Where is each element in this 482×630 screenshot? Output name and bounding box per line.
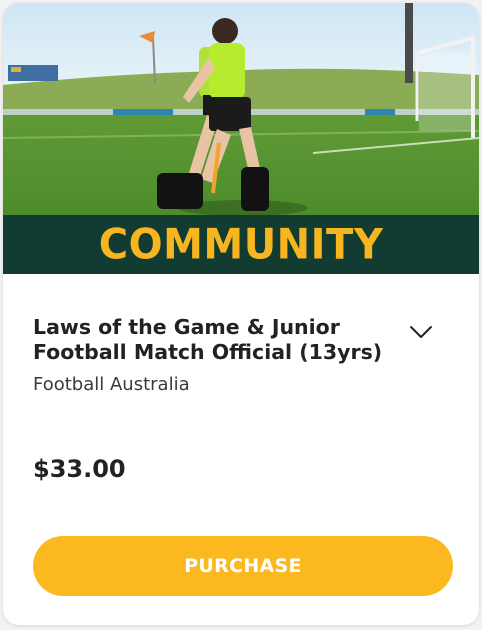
chevron-down-icon[interactable] (408, 319, 434, 345)
course-provider: Football Australia (33, 374, 190, 395)
course-title[interactable]: Laws of the Game & Junior Football Match… (33, 315, 383, 365)
category-banner-label: COMMUNITY (98, 220, 384, 269)
purchase-button[interactable]: PURCHASE (33, 536, 453, 596)
hero-image: COMMUNITY (3, 3, 479, 274)
card-content: Laws of the Game & Junior Football Match… (33, 315, 453, 483)
category-banner: COMMUNITY (3, 215, 479, 274)
course-price: $33.00 (33, 455, 126, 483)
course-card: COMMUNITY Laws of the Game & Junior Foot… (3, 3, 479, 625)
